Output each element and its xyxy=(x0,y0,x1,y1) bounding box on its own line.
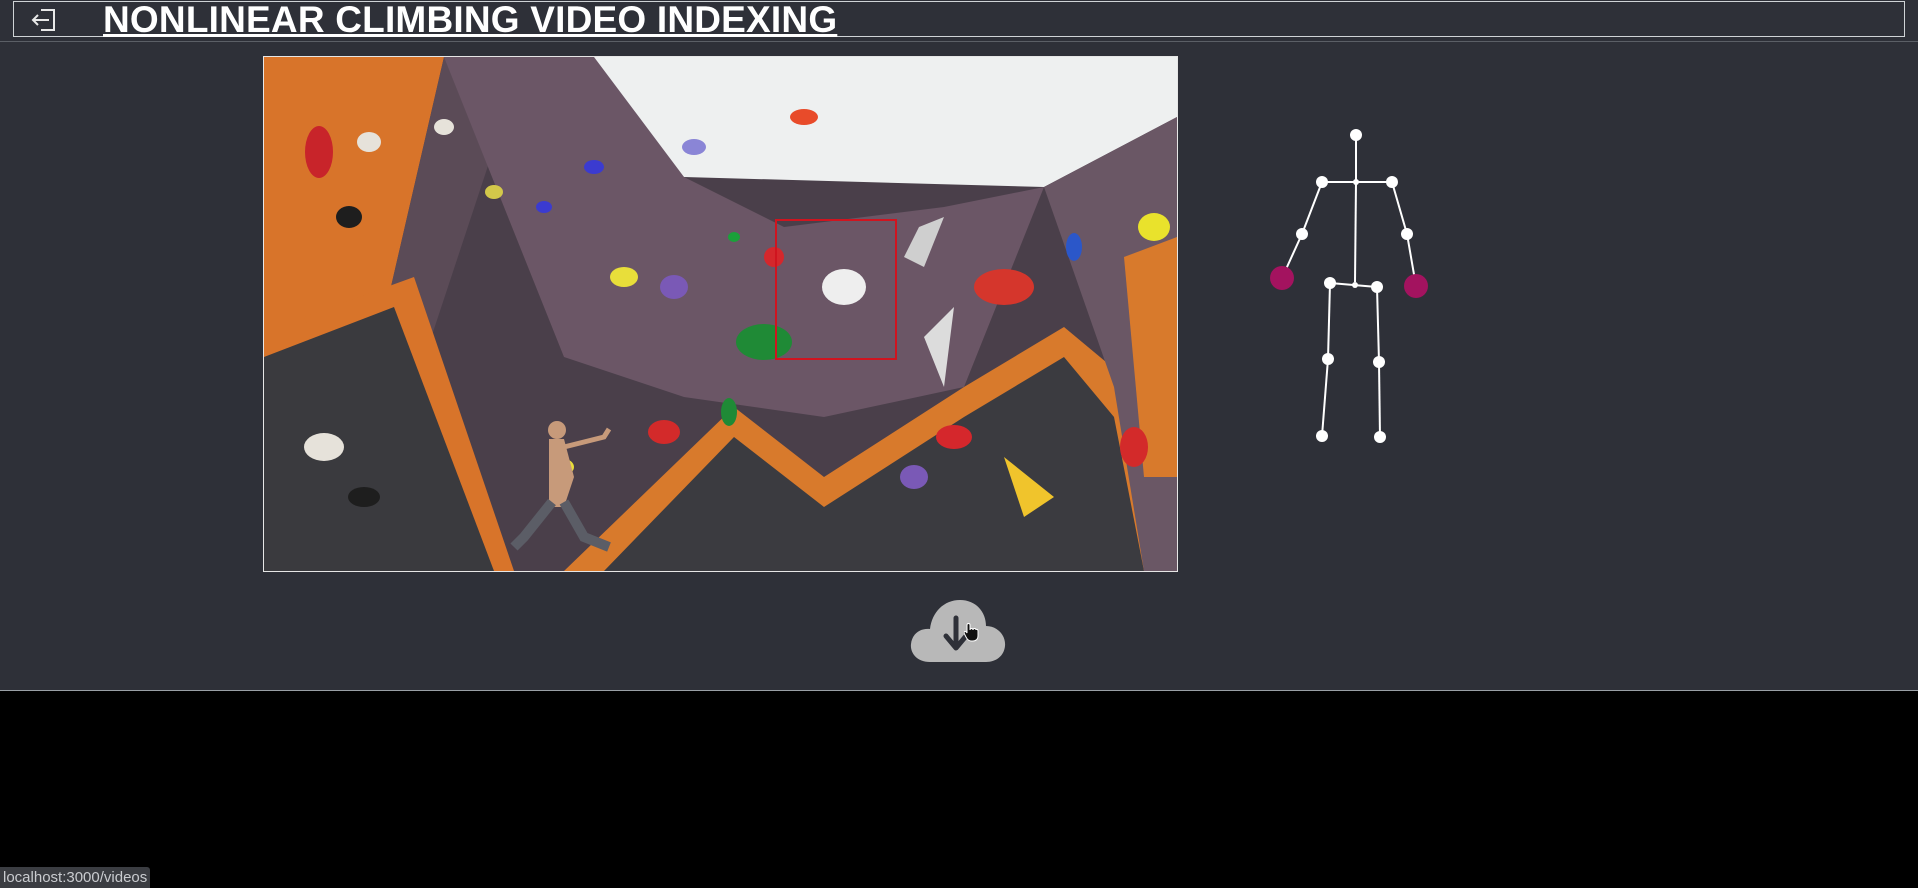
joint-right-hand[interactable] xyxy=(1404,274,1428,298)
sign-out-arrow-icon xyxy=(31,9,55,31)
joint-left-elbow xyxy=(1296,228,1308,240)
joint-right-hip xyxy=(1371,281,1383,293)
joint-left-shoulder xyxy=(1316,176,1328,188)
status-bar-url: localhost:3000/videos xyxy=(0,867,151,888)
joint-left-knee xyxy=(1322,353,1334,365)
joint-right-foot xyxy=(1374,431,1386,443)
header-divider xyxy=(0,41,1918,42)
joint-neck xyxy=(1353,179,1359,185)
climbing-video-frame xyxy=(264,57,1177,571)
joint-left-hand[interactable] xyxy=(1270,266,1294,290)
app-container: NONLINEAR CLIMBING VIDEO INDEXING xyxy=(0,0,1918,691)
joint-mid-hip xyxy=(1352,282,1358,288)
joint-head xyxy=(1350,129,1362,141)
joint-right-shoulder xyxy=(1386,176,1398,188)
video-player[interactable] xyxy=(263,56,1178,572)
download-button[interactable] xyxy=(908,596,1008,664)
header-bar: NONLINEAR CLIMBING VIDEO INDEXING xyxy=(13,0,1905,40)
pose-skeleton xyxy=(1270,129,1428,443)
mouse-cursor-icon xyxy=(964,623,979,642)
cloud-download-icon xyxy=(910,600,1006,662)
joint-right-elbow xyxy=(1401,228,1413,240)
back-button[interactable] xyxy=(28,6,60,34)
joint-right-knee xyxy=(1373,356,1385,368)
page-title: NONLINEAR CLIMBING VIDEO INDEXING xyxy=(103,0,838,40)
joint-left-hip xyxy=(1324,277,1336,289)
joint-left-foot xyxy=(1316,430,1328,442)
